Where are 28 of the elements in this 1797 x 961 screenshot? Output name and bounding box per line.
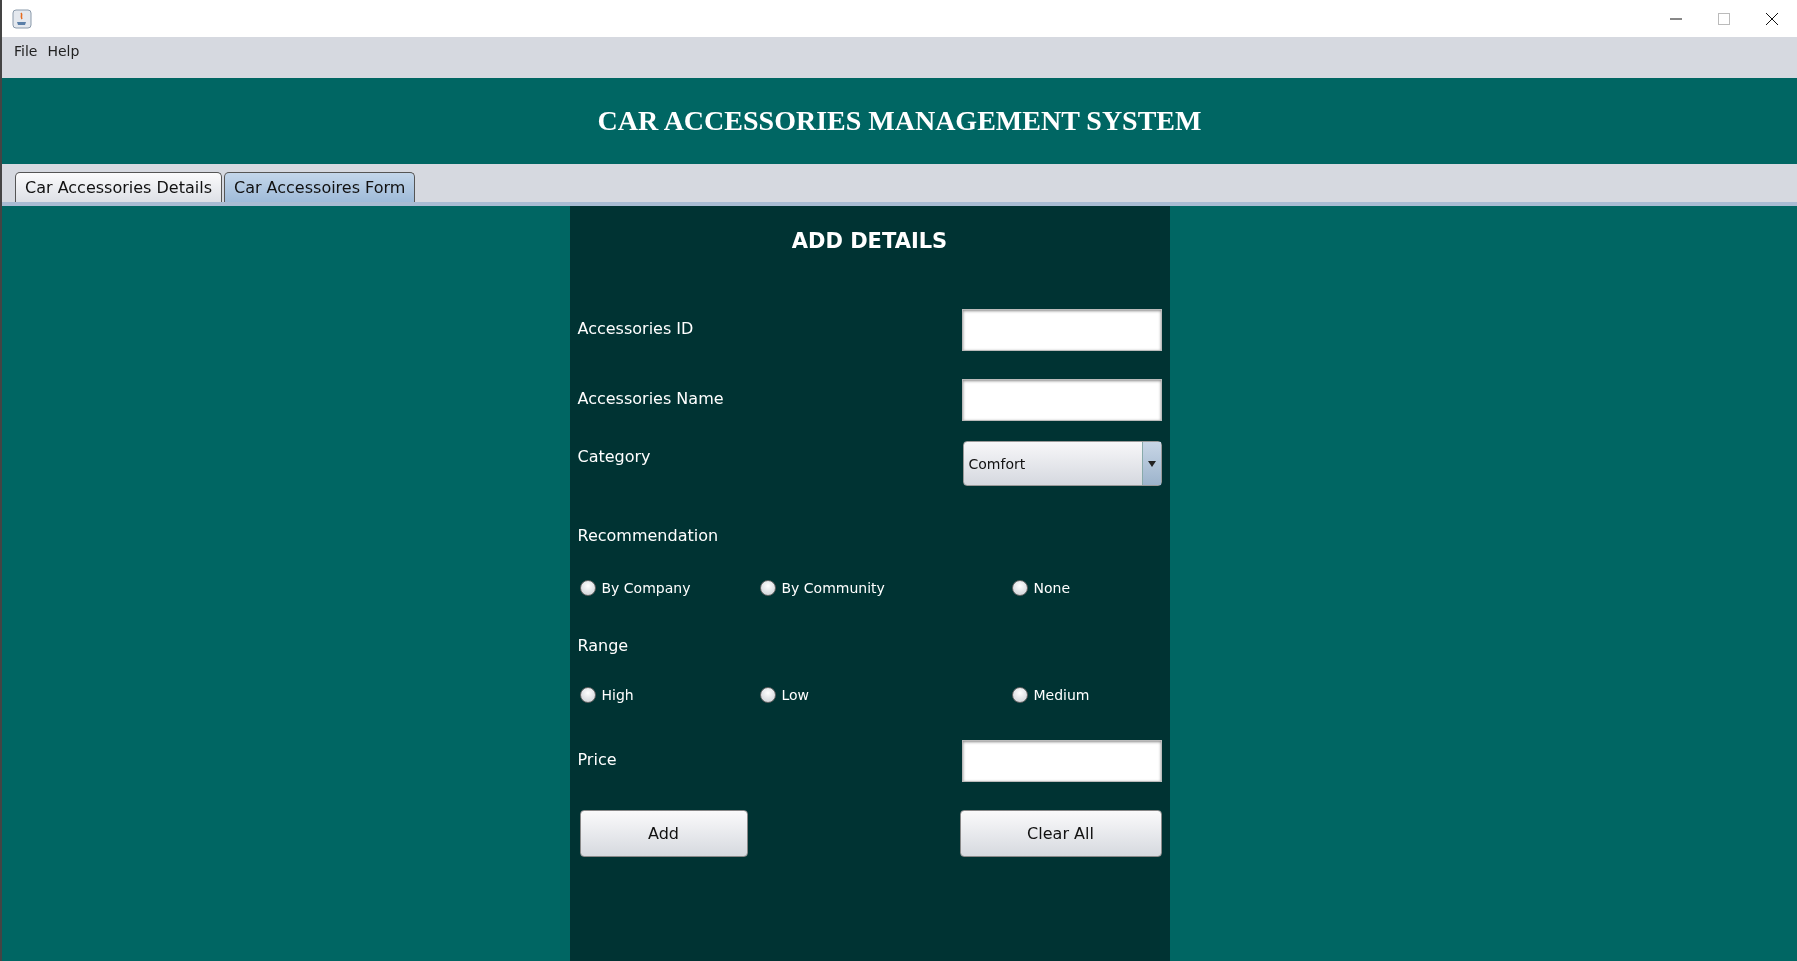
- tab[interactable]: Car Accessoires Form: [223, 172, 416, 202]
- radio-option[interactable]: High: [579, 687, 760, 703]
- maximize-icon[interactable]: [1717, 11, 1731, 26]
- category-dropdown[interactable]: Comfort: [962, 441, 1162, 486]
- caret-icon: [1147, 460, 1156, 467]
- menu-item[interactable]: Help: [47, 43, 80, 59]
- radio-option[interactable]: By Community: [759, 580, 1012, 596]
- radio-option[interactable]: Medium: [1011, 687, 1162, 703]
- form-button[interactable]: Clear All: [959, 810, 1162, 857]
- field-label: Price: [577, 749, 617, 769]
- menu-item[interactable]: File: [14, 43, 38, 59]
- close-icon[interactable]: [1765, 11, 1779, 26]
- tab[interactable]: Car Accessories Details: [15, 172, 222, 202]
- field-label: Accessories Name: [577, 388, 724, 408]
- field-label: Range: [577, 636, 629, 655]
- form-title: ADD DETAILS: [790, 228, 949, 255]
- field-label: Category: [577, 446, 651, 466]
- radio-option[interactable]: None: [1011, 580, 1162, 596]
- input-field[interactable]: [961, 740, 1162, 782]
- app-icon: [12, 8, 32, 29]
- form-button[interactable]: Add: [579, 810, 748, 857]
- radio-option[interactable]: By Company: [579, 580, 760, 596]
- field-label: Accessories ID: [577, 318, 694, 338]
- input-field[interactable]: [961, 309, 1162, 351]
- radio-option[interactable]: Low: [759, 687, 1012, 703]
- input-field[interactable]: [961, 379, 1162, 421]
- field-label: Recommendation: [577, 526, 719, 545]
- app-title: CAR ACCESSORIES MANAGEMENT SYSTEM: [597, 105, 1202, 137]
